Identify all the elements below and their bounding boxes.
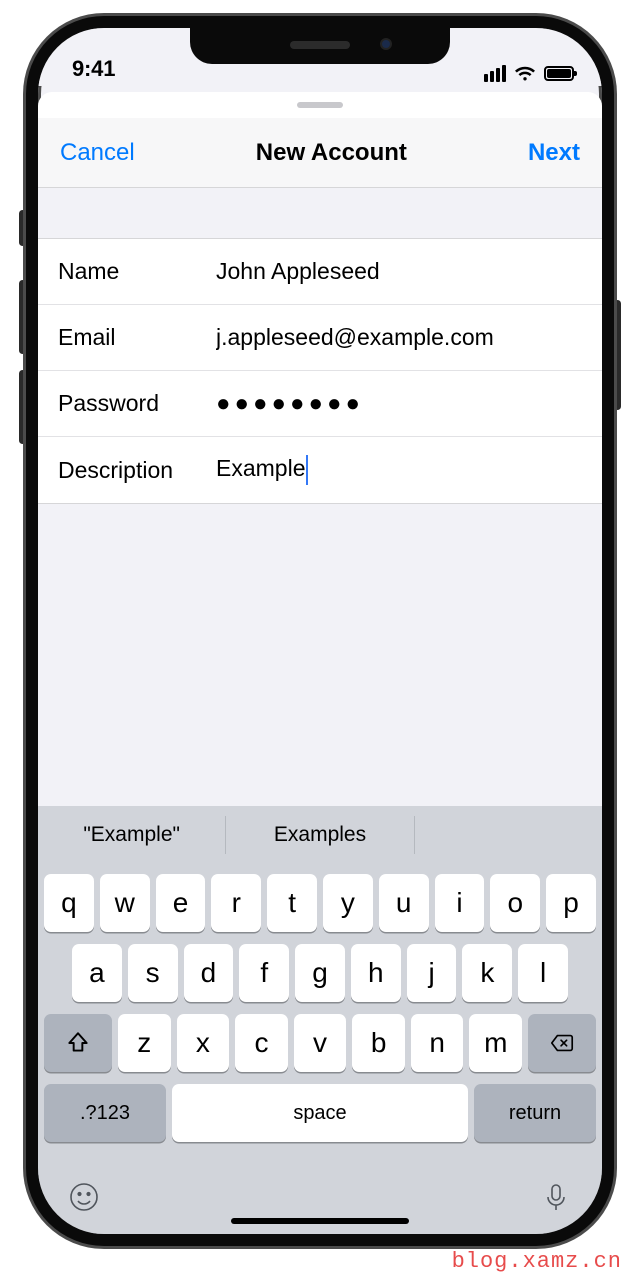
account-form: Name Email Password ●●●●●●●● Description… [38,238,602,504]
keyboard-row-1: q w e r t y u i o p [38,864,602,932]
microphone-icon[interactable] [540,1181,572,1218]
keyboard-row-3: z x c v b n m [38,1014,602,1072]
key-x[interactable]: x [177,1014,230,1072]
key-o[interactable]: o [490,874,540,932]
next-button[interactable]: Next [528,139,580,167]
cancel-button[interactable]: Cancel [60,139,135,167]
wifi-icon [514,66,536,82]
keyboard-row-4: .?123 space return [38,1084,602,1152]
keyboard: "Example" Examples q w e r t y u i o p [38,806,602,1234]
keyboard-row-2: a s d f g h j k l [38,944,602,1002]
form-row-name[interactable]: Name [38,239,602,305]
name-field[interactable] [216,258,582,285]
form-row-description[interactable]: Description Example [38,437,602,503]
page-title: New Account [256,139,407,167]
key-s[interactable]: s [128,944,178,1002]
email-field[interactable] [216,324,582,351]
form-row-password[interactable]: Password ●●●●●●●● [38,371,602,437]
key-v[interactable]: v [294,1014,347,1072]
key-p[interactable]: p [546,874,596,932]
key-e[interactable]: e [156,874,206,932]
key-b[interactable]: b [352,1014,405,1072]
password-label: Password [58,390,216,417]
key-l[interactable]: l [518,944,568,1002]
home-indicator[interactable] [231,1218,409,1224]
key-g[interactable]: g [295,944,345,1002]
shift-key[interactable] [44,1014,112,1072]
prediction-option[interactable]: "Example" [38,806,225,864]
password-field[interactable]: ●●●●●●●● [216,390,582,418]
key-j[interactable]: j [407,944,457,1002]
key-t[interactable]: t [267,874,317,932]
key-i[interactable]: i [435,874,485,932]
device-notch [190,26,450,64]
key-k[interactable]: k [462,944,512,1002]
key-z[interactable]: z [118,1014,171,1072]
text-caret [306,455,308,485]
status-time: 9:41 [72,56,115,82]
description-field[interactable]: Example [216,455,582,485]
key-d[interactable]: d [184,944,234,1002]
space-key[interactable]: space [172,1084,468,1142]
cellular-signal-icon [484,65,506,82]
key-u[interactable]: u [379,874,429,932]
prediction-option[interactable]: Examples [226,806,413,864]
email-label: Email [58,324,216,351]
form-row-email[interactable]: Email [38,305,602,371]
key-c[interactable]: c [235,1014,288,1072]
battery-icon [544,66,574,81]
key-r[interactable]: r [211,874,261,932]
sheet-grabber[interactable] [38,92,602,118]
key-q[interactable]: q [44,874,94,932]
prediction-bar: "Example" Examples [38,806,602,864]
key-w[interactable]: w [100,874,150,932]
key-h[interactable]: h [351,944,401,1002]
prediction-empty [415,806,602,864]
emoji-icon[interactable] [68,1181,100,1218]
phone-frame: 9:41 Cancel New Account Next [26,16,614,1246]
name-label: Name [58,258,216,285]
key-n[interactable]: n [411,1014,464,1072]
watermark-text: blog.xamz.cn [452,1249,622,1274]
description-label: Description [58,457,216,484]
key-f[interactable]: f [239,944,289,1002]
key-m[interactable]: m [469,1014,522,1072]
numeric-key[interactable]: .?123 [44,1084,166,1142]
key-y[interactable]: y [323,874,373,932]
return-key[interactable]: return [474,1084,596,1142]
nav-bar: Cancel New Account Next [38,118,602,188]
backspace-key[interactable] [528,1014,596,1072]
key-a[interactable]: a [72,944,122,1002]
